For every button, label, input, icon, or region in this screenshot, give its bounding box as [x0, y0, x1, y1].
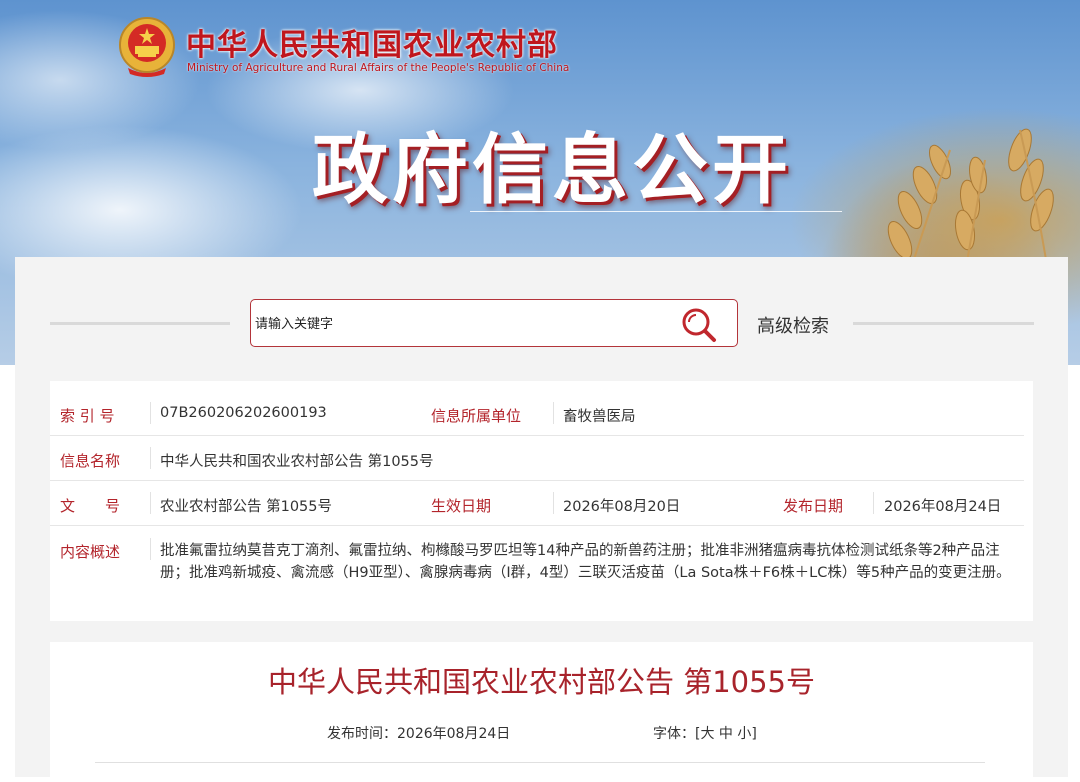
effective-date-value: 2026年08月20日	[563, 499, 681, 515]
summary-value: 批准氟雷拉纳莫昔克丁滴剂、氟雷拉纳、枸橼酸马罗匹坦等14种产品的新兽药注册；批准…	[160, 543, 1011, 581]
font-large-button[interactable]: 大	[700, 726, 714, 742]
unit-label: 信息所属单位	[431, 407, 522, 425]
publish-time: 发布时间：2026年08月24日	[327, 723, 510, 743]
column-divider	[150, 402, 151, 424]
article-title: 中华人民共和国农业农村部公告 第1055号	[267, 665, 816, 699]
row-divider	[50, 525, 1024, 526]
font-small-button[interactable]: 小	[737, 726, 751, 742]
search-box	[250, 299, 738, 347]
section-title: 政府信息公开	[312, 125, 792, 214]
unit-value: 畜牧兽医局	[563, 409, 636, 425]
search-divider-left	[50, 322, 230, 325]
article-divider	[95, 762, 985, 763]
doc-number-label: 文 号	[60, 497, 121, 515]
advanced-search-link[interactable]: 高级检索	[757, 312, 829, 338]
font-size-label: 字体：	[653, 726, 695, 742]
column-divider	[873, 492, 874, 514]
ministry-name-en: Ministry of Agriculture and Rural Affair…	[187, 62, 570, 74]
national-emblem-icon	[119, 17, 175, 77]
publish-time-label: 发布时间：	[327, 726, 397, 742]
ministry-name-cn: 中华人民共和国农业农村部	[186, 28, 558, 63]
doc-number-value: 农业农村部公告 第1055号	[160, 499, 333, 515]
search-input[interactable]	[253, 312, 677, 336]
index-value: 07B260206202600193	[160, 405, 327, 421]
search-icon[interactable]	[680, 306, 718, 344]
row-divider	[50, 480, 1024, 481]
publish-time-value: 2026年08月24日	[397, 726, 511, 742]
column-divider	[553, 402, 554, 424]
font-bracket-close: ]	[751, 726, 757, 742]
column-divider	[150, 447, 151, 469]
summary-label: 内容概述	[60, 543, 121, 561]
row-divider	[50, 435, 1024, 436]
publish-date-label: 发布日期	[783, 497, 844, 515]
publish-date-value: 2026年08月24日	[884, 499, 1002, 515]
title-underline	[470, 211, 842, 212]
font-size-control: 字体：[大 中 小]	[653, 723, 757, 743]
column-divider	[150, 492, 151, 514]
name-value: 中华人民共和国农业农村部公告 第1055号	[160, 454, 434, 470]
index-label: 索 引 号	[60, 407, 115, 425]
search-divider-right	[853, 322, 1034, 325]
effective-date-label: 生效日期	[431, 497, 492, 515]
name-label: 信息名称	[60, 452, 121, 470]
column-divider	[150, 538, 151, 560]
column-divider	[553, 492, 554, 514]
font-medium-button[interactable]: 中	[719, 726, 733, 742]
